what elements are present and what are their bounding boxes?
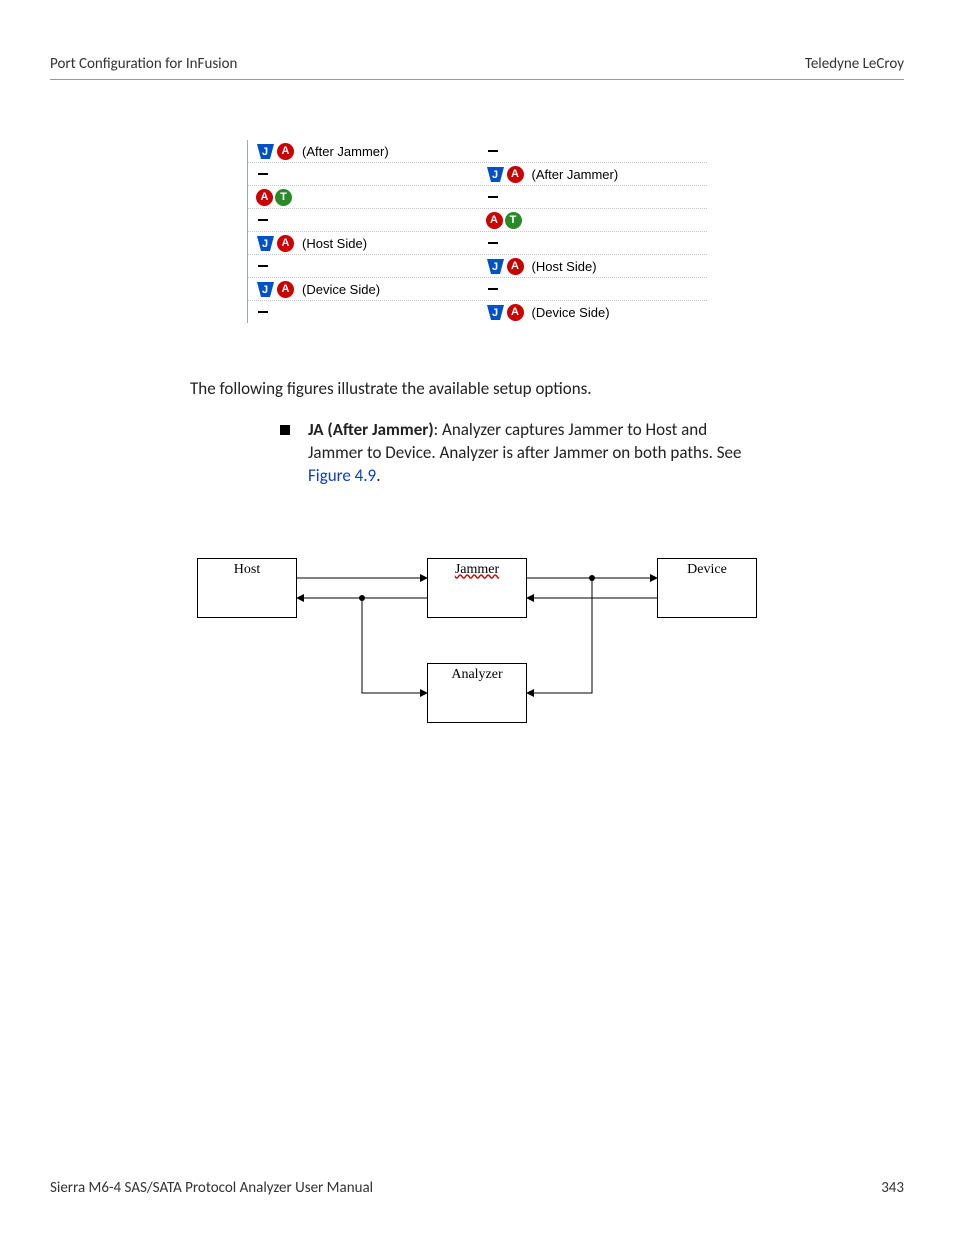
option-label: (Device Side) <box>532 305 610 320</box>
diagram-analyzer-box: Analyzer <box>427 663 527 723</box>
bullet-tail: . <box>376 465 380 486</box>
option-label: (Host Side) <box>532 259 597 274</box>
diagram-jammer-box: Jammer <box>427 558 527 618</box>
bullet-icon <box>280 425 290 435</box>
header-left: Port Configuration for InFusion <box>50 55 237 73</box>
running-header: Port Configuration for InFusion Teledyne… <box>50 55 904 80</box>
analyzer-a-icon: A <box>507 258 524 275</box>
svg-text:J: J <box>491 169 497 181</box>
svg-text:J: J <box>491 307 497 319</box>
analyzer-a-icon: A <box>507 166 524 183</box>
dash-icon <box>488 150 498 152</box>
footer-title: Sierra M6-4 SAS/SATA Protocol Analyzer U… <box>50 1179 373 1197</box>
figure-link[interactable]: Figure 4.9 <box>308 465 376 486</box>
svg-text:J: J <box>491 261 497 273</box>
dash-icon <box>258 265 268 267</box>
analyzer-a-icon: A <box>277 235 294 252</box>
bullet-lead: JA (After Jammer) <box>308 419 434 440</box>
table-row: J A (Device Side) <box>248 278 707 301</box>
option-label: (After Jammer) <box>302 144 389 159</box>
page-footer: Sierra M6-4 SAS/SATA Protocol Analyzer U… <box>50 1179 904 1197</box>
table-row: J A (Host Side) <box>248 232 707 255</box>
table-row: J A (Host Side) <box>248 255 707 278</box>
diagram-host-box: Host <box>197 558 297 618</box>
table-row: J A (After Jammer) <box>248 140 707 163</box>
jammer-icon: J <box>486 258 505 275</box>
dash-icon <box>258 219 268 221</box>
analyzer-a-icon: A <box>277 143 294 160</box>
table-row: J A (After Jammer) <box>248 163 707 186</box>
options-table: J A (After Jammer) J A (After Jammer) <box>247 140 707 323</box>
analyzer-a-icon: A <box>256 189 273 206</box>
block-diagram: Host Jammer Device Analyzer <box>197 558 757 758</box>
table-row: A T <box>248 186 707 209</box>
table-row: A T <box>248 209 707 232</box>
analyzer-a-icon: A <box>277 281 294 298</box>
dash-icon <box>488 242 498 244</box>
bullet-item: JA (After Jammer): Analyzer captures Jam… <box>280 419 764 488</box>
dash-icon <box>258 311 268 313</box>
analyzer-a-icon: A <box>507 304 524 321</box>
jammer-icon: J <box>486 304 505 321</box>
analyzer-a-icon: A <box>486 212 503 229</box>
diagram-device-box: Device <box>657 558 757 618</box>
dash-icon <box>258 173 268 175</box>
trainer-t-icon: T <box>275 189 292 206</box>
jammer-icon: J <box>256 143 275 160</box>
jammer-icon: J <box>486 166 505 183</box>
option-label: (Host Side) <box>302 236 367 251</box>
header-right: Teledyne LeCroy <box>805 55 904 73</box>
svg-text:J: J <box>262 238 268 250</box>
svg-text:J: J <box>262 146 268 158</box>
jammer-icon: J <box>256 235 275 252</box>
footer-page: 343 <box>881 1179 904 1197</box>
intro-paragraph: The following figures illustrate the ava… <box>190 378 764 401</box>
trainer-t-icon: T <box>505 212 522 229</box>
option-label: (After Jammer) <box>532 167 619 182</box>
option-label: (Device Side) <box>302 282 380 297</box>
jammer-icon: J <box>256 281 275 298</box>
dash-icon <box>488 288 498 290</box>
svg-text:J: J <box>262 284 268 296</box>
dash-icon <box>488 196 498 198</box>
table-row: J A (Device Side) <box>248 301 707 323</box>
